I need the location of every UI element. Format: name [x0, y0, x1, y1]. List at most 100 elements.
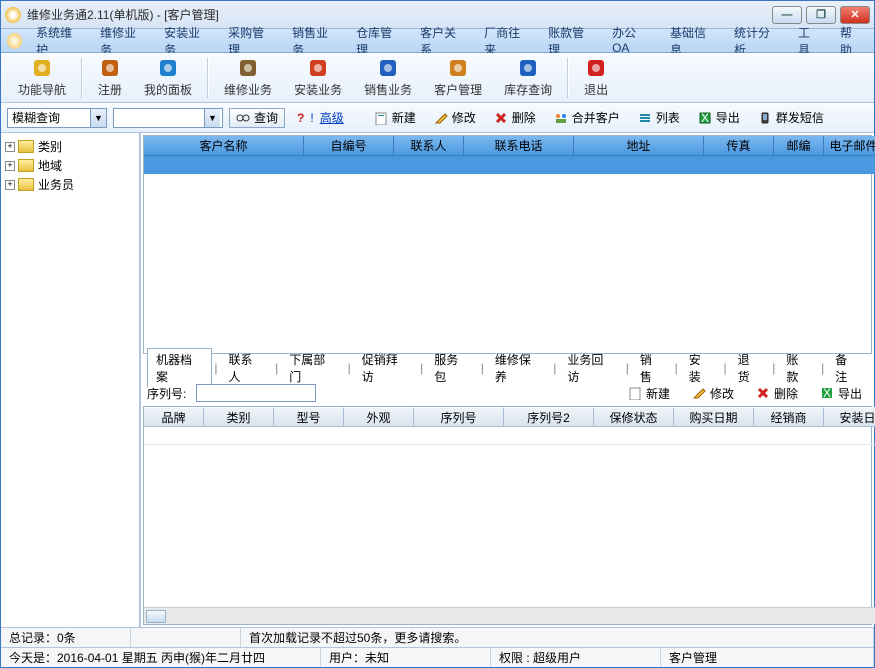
expand-icon[interactable]: + [5, 142, 15, 152]
search-mode-value: 模糊查询 [8, 109, 64, 126]
detail-tabs: 机器档案|联系人|下属部门|促销拜访|服务包|维修保养|业务回访|销售|安装|退… [141, 356, 874, 380]
status-date: 今天是：2016-04-01 星期五 丙申(猴)年二月廿四 [1, 648, 321, 667]
toolbar-exit-button[interactable]: 退出 [573, 56, 619, 100]
toolbar-cust-button[interactable]: 客户管理 [423, 56, 493, 100]
mcol-1[interactable]: 类别 [204, 407, 274, 427]
machine-grid[interactable]: 品牌类别型号外观序列号序列号2保修状态购买日期经销商安装日期 [143, 406, 872, 625]
toolbar-reg-button[interactable]: 注册 [87, 56, 133, 100]
col-3[interactable]: 联系电话 [464, 136, 574, 156]
col-0[interactable]: 客户名称 [144, 136, 304, 156]
question-icon: ? [297, 111, 304, 125]
col-6[interactable]: 邮编 [774, 136, 824, 156]
search-input[interactable] [114, 110, 204, 126]
customer-grid-row-selected[interactable] [144, 156, 875, 174]
right-panel: 客户名称自编号联系人联系电话地址传真邮编电子邮件 机器档案|联系人|下属部门|促… [141, 133, 874, 627]
mcol-5[interactable]: 序列号2 [504, 407, 594, 427]
export-button[interactable]: X 导出 [692, 108, 746, 128]
search-input-combo[interactable]: ▼ [113, 108, 223, 128]
menu-bar: 系统维护维修业务安装业务采购管理销售业务仓库管理客户关系厂商往来账款管理办公OA… [1, 29, 874, 53]
toolbar-repair-button[interactable]: 维修业务 [213, 56, 283, 100]
tree-item-1[interactable]: +地域 [3, 156, 137, 175]
customer-grid-header: 客户名称自编号联系人联系电话地址传真邮编电子邮件 [144, 136, 875, 156]
horizontal-scrollbar[interactable] [144, 607, 875, 624]
export-icon: X [698, 111, 712, 125]
col-2[interactable]: 联系人 [394, 136, 464, 156]
new-button[interactable]: 新建 [368, 108, 422, 128]
status-bar-1: 总记录：0条 首次加载记录不超过50条，更多请搜索。 [1, 627, 874, 647]
tree-item-2[interactable]: +业务员 [3, 175, 137, 194]
serial-toolbar: 序列号: 新建 修改 删除 X 导出 [141, 380, 874, 406]
machine-grid-header: 品牌类别型号外观序列号序列号2保修状态购买日期经销商安装日期 [144, 407, 875, 427]
panel-icon [157, 57, 179, 79]
toolbar-sales-button[interactable]: 销售业务 [353, 56, 423, 100]
delete-icon [494, 111, 508, 125]
delete-button[interactable]: 删除 [488, 108, 542, 128]
mcol-9[interactable]: 安装日期 [824, 407, 875, 427]
app-icon [5, 7, 21, 23]
mcol-7[interactable]: 购买日期 [674, 407, 754, 427]
folder-icon [18, 178, 34, 191]
status-spacer [131, 628, 241, 647]
stock-icon [517, 57, 539, 79]
status-role: 权限 : 超级用户 [491, 648, 661, 667]
tree-item-0[interactable]: +类别 [3, 137, 137, 156]
folder-icon [18, 159, 34, 172]
search-mode-combo[interactable]: 模糊查询 ▼ [7, 108, 107, 128]
mcol-3[interactable]: 外观 [344, 407, 414, 427]
mcol-8[interactable]: 经销商 [754, 407, 824, 427]
sms-icon [758, 111, 772, 125]
edit-button[interactable]: 修改 [428, 108, 482, 128]
nav-icon [31, 57, 53, 79]
expand-icon[interactable]: + [5, 161, 15, 171]
col-5[interactable]: 传真 [704, 136, 774, 156]
toolbar-panel-button[interactable]: 我的面板 [133, 56, 203, 100]
toolbar-install-button[interactable]: 安装业务 [283, 56, 353, 100]
col-7[interactable]: 电子邮件 [824, 136, 875, 156]
sales-icon [377, 57, 399, 79]
toolbar-nav-button[interactable]: 功能导航 [7, 56, 77, 100]
advanced-search-link[interactable]: 高级 [320, 109, 344, 126]
list-button[interactable]: 列表 [632, 108, 686, 128]
serial-label: 序列号: [147, 385, 186, 402]
sms-button[interactable]: 群发短信 [752, 108, 830, 128]
sub-delete-button[interactable]: 删除 [750, 383, 804, 403]
install-icon [307, 57, 329, 79]
merge-icon [554, 111, 568, 125]
edit-icon [434, 111, 448, 125]
svg-text:X: X [823, 386, 831, 400]
machine-grid-row[interactable] [144, 427, 875, 445]
serial-input[interactable] [196, 384, 316, 402]
mcol-6[interactable]: 保修状态 [594, 407, 674, 427]
col-1[interactable]: 自编号 [304, 136, 394, 156]
cust-icon [447, 57, 469, 79]
mcol-2[interactable]: 型号 [274, 407, 344, 427]
customer-grid-body [144, 174, 875, 353]
status-total: 总记录：0条 [1, 628, 131, 647]
export-icon: X [820, 386, 834, 400]
main-toolbar: 功能导航注册我的面板维修业务安装业务销售业务客户管理库存查询退出 [1, 53, 874, 103]
sub-edit-button[interactable]: 修改 [686, 383, 740, 403]
machine-grid-body [144, 445, 875, 607]
new-icon [628, 386, 642, 400]
new-icon [374, 111, 388, 125]
mcol-4[interactable]: 序列号 [414, 407, 504, 427]
repair-icon [237, 57, 259, 79]
search-button[interactable]: 查询 [229, 108, 285, 128]
search-toolbar: 模糊查询 ▼ ▼ 查询 ?! 高级 新建 修改 删除 合并客户 列表 X 导出 … [1, 103, 874, 133]
folder-icon [18, 140, 34, 153]
list-icon [638, 111, 652, 125]
merge-button[interactable]: 合并客户 [548, 108, 626, 128]
col-4[interactable]: 地址 [574, 136, 704, 156]
mcol-0[interactable]: 品牌 [144, 407, 204, 427]
chevron-down-icon[interactable]: ▼ [204, 109, 220, 127]
delete-icon [756, 386, 770, 400]
toolbar-stock-button[interactable]: 库存查询 [493, 56, 563, 100]
sub-export-button[interactable]: X 导出 [814, 383, 868, 403]
sub-new-button[interactable]: 新建 [622, 383, 676, 403]
reg-icon [99, 57, 121, 79]
main-body: +类别+地域+业务员 客户名称自编号联系人联系电话地址传真邮编电子邮件 机器档案… [1, 133, 874, 627]
chevron-down-icon[interactable]: ▼ [90, 109, 106, 127]
customer-grid[interactable]: 客户名称自编号联系人联系电话地址传真邮编电子邮件 [143, 135, 872, 354]
expand-icon[interactable]: + [5, 180, 15, 190]
binoculars-icon [236, 111, 250, 125]
